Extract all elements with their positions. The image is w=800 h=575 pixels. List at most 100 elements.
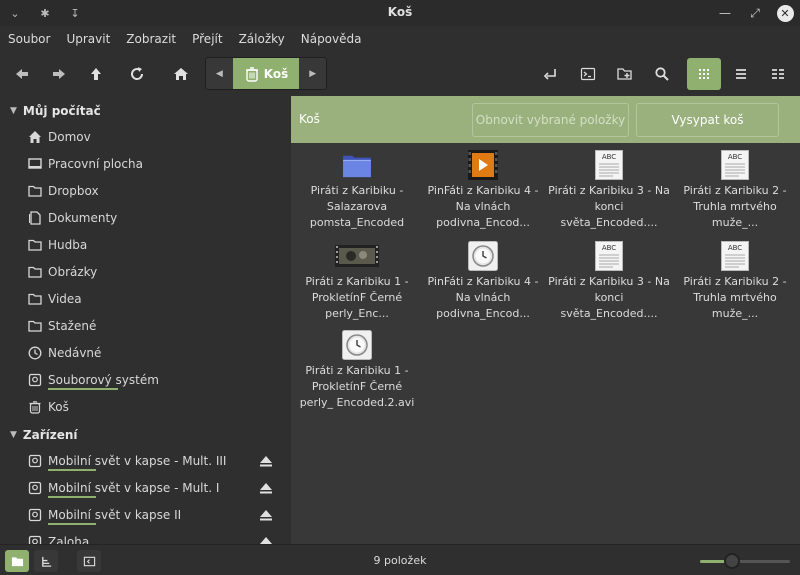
menu-bar: Soubor Upravit Zobrazit Přejít Záložky N… <box>0 26 800 52</box>
minimize-button[interactable]: — <box>710 0 740 26</box>
sidebar-header-devices[interactable]: ▼ Zařízení <box>10 428 78 442</box>
clock-icon <box>28 346 42 360</box>
path-current-label: Koš <box>263 66 289 81</box>
back-button[interactable] <box>5 58 39 90</box>
file-item[interactable]: ABC Piráti z Karibiku 2 - Truhla mrtvého… <box>673 241 797 322</box>
file-item[interactable]: Piráti z Karibiku - Salazarova pomsta_En… <box>295 150 419 231</box>
eject-icon[interactable] <box>259 508 273 522</box>
eject-icon[interactable] <box>259 481 273 495</box>
sidebar-item-videos[interactable]: Videa <box>28 288 278 310</box>
drive-icon <box>28 535 42 544</box>
sidebar-item-home[interactable]: Domov <box>28 126 278 148</box>
reload-icon <box>131 67 144 80</box>
toggle-location-button[interactable] <box>533 58 567 90</box>
sidebar-item-trash[interactable]: Koš <box>28 396 278 418</box>
video-file-icon <box>467 150 499 180</box>
reload-button[interactable] <box>120 58 154 90</box>
sidebar-item-downloads[interactable]: Stažené <box>28 315 278 337</box>
zoom-slider[interactable] <box>700 560 790 563</box>
compact-list-icon <box>772 69 784 79</box>
svg-text:ABC: ABC <box>602 153 616 161</box>
file-item[interactable]: ABC Piráti z Karibiku 3 - Na konci světa… <box>547 241 671 322</box>
home-icon <box>174 68 188 80</box>
file-item[interactable]: ABC Piráti z Karibiku 2 - Truhla mrtvého… <box>673 150 797 231</box>
search-button[interactable] <box>645 58 679 90</box>
desktop-icon <box>28 157 42 171</box>
open-terminal-button[interactable] <box>571 58 605 90</box>
drive-icon <box>28 481 42 495</box>
trash-icon <box>28 400 42 414</box>
trash-info-bar: Koš Obnovit vybrané položky Vysypat koš <box>291 96 800 143</box>
new-folder-icon <box>617 68 632 80</box>
folder-icon <box>341 150 373 180</box>
zoom-slider-handle[interactable] <box>723 553 740 569</box>
collapse-triangle-icon: ▼ <box>10 106 17 116</box>
trash-icon <box>245 66 258 82</box>
menu-view[interactable]: Zobrazit <box>126 32 176 46</box>
trash-bar-label: Koš <box>299 112 320 126</box>
sidebar-item-music[interactable]: Hudba <box>28 234 278 256</box>
folder-icon <box>28 184 42 198</box>
search-icon <box>655 67 669 81</box>
clock-file-icon <box>467 241 499 271</box>
sidebar-item-device-3[interactable]: Mobilní svět v kapse II <box>28 504 278 526</box>
eject-icon[interactable] <box>259 535 273 544</box>
collapse-triangle-icon: ▼ <box>10 430 17 440</box>
grid-icon <box>699 69 709 79</box>
maximize-button[interactable]: ⤢ <box>740 0 770 26</box>
folder-icon <box>28 265 42 279</box>
sidebar-item-filesystem[interactable]: Souborový systém <box>28 369 278 391</box>
path-forward-arrow[interactable]: ▶ <box>299 58 326 89</box>
menu-file[interactable]: Soubor <box>8 32 50 46</box>
documents-icon <box>28 211 42 225</box>
title-bar: ⌄ ✱ ↧ Koš — ⤢ ✕ <box>0 0 800 26</box>
file-item[interactable]: ABC Piráti z Karibiku 3 - Na konci světa… <box>547 150 671 231</box>
up-button[interactable] <box>79 58 113 90</box>
arrow-up-icon <box>91 68 101 80</box>
sidebar-item-dropbox[interactable]: Dropbox <box>28 180 278 202</box>
menu-edit[interactable]: Upravit <box>66 32 110 46</box>
menu-bookmarks[interactable]: Záložky <box>239 32 285 46</box>
disk-usage-bar <box>48 496 96 498</box>
path-current-button[interactable]: Koš <box>232 58 300 89</box>
sidebar-item-pictures[interactable]: Obrázky <box>28 261 278 283</box>
sidebar-item-recent[interactable]: Nedávné <box>28 342 278 364</box>
list-icon <box>736 69 746 79</box>
file-item[interactable]: PinFáti z Karibiku 4 - Na vlnách podivna… <box>421 150 545 231</box>
text-file-icon: ABC <box>593 241 625 271</box>
file-item[interactable]: PinFáti z Karibiku 4 - Na vlnách podivna… <box>421 241 545 322</box>
file-item[interactable]: Piráti z Karibiku 1 - ProkletínF Černé p… <box>295 330 419 411</box>
menu-go[interactable]: Přejít <box>192 32 222 46</box>
drive-icon <box>28 454 42 468</box>
sidebar-item-documents[interactable]: Dokumenty <box>28 207 278 229</box>
file-item[interactable]: Piráti z Karibiku 1 - ProkletínF Černé p… <box>295 241 419 322</box>
folder-icon <box>28 292 42 306</box>
path-back-arrow[interactable]: ◀ <box>206 58 233 89</box>
restore-selected-button[interactable]: Obnovit vybrané položky <box>472 103 629 137</box>
svg-text:ABC: ABC <box>602 244 616 252</box>
close-button[interactable]: ✕ <box>770 0 800 26</box>
list-view-button[interactable] <box>724 58 758 90</box>
terminal-icon <box>580 67 596 81</box>
home-button[interactable] <box>164 58 198 90</box>
compact-view-button[interactable] <box>761 58 795 90</box>
sidebar-item-desktop[interactable]: Pracovní plocha <box>28 153 278 175</box>
film-thumbnail-icon <box>335 241 379 271</box>
file-view[interactable]: Koš Obnovit vybrané položky Vysypat koš … <box>291 96 800 544</box>
drive-icon <box>28 373 42 387</box>
empty-trash-button[interactable]: Vysypat koš <box>636 103 779 137</box>
svg-text:ABC: ABC <box>728 244 742 252</box>
arrow-left-icon <box>16 69 28 79</box>
sidebar-header-computer[interactable]: ▼ Můj počítač <box>10 104 101 118</box>
sidebar-item-device-1[interactable]: Mobilní svět v kapse - Mult. III <box>28 450 278 472</box>
disk-usage-bar <box>48 523 96 525</box>
eject-icon[interactable] <box>259 454 273 468</box>
status-bar: 9 položek <box>0 544 800 575</box>
icon-view-button[interactable] <box>687 58 721 90</box>
new-folder-button[interactable] <box>608 58 642 90</box>
item-count: 9 položek <box>373 554 427 567</box>
sidebar-item-device-2[interactable]: Mobilní svět v kapse - Mult. I <box>28 477 278 499</box>
sidebar-item-device-4[interactable]: Zaloha <box>28 531 278 544</box>
forward-button[interactable] <box>42 58 76 90</box>
menu-help[interactable]: Nápověda <box>301 32 362 46</box>
